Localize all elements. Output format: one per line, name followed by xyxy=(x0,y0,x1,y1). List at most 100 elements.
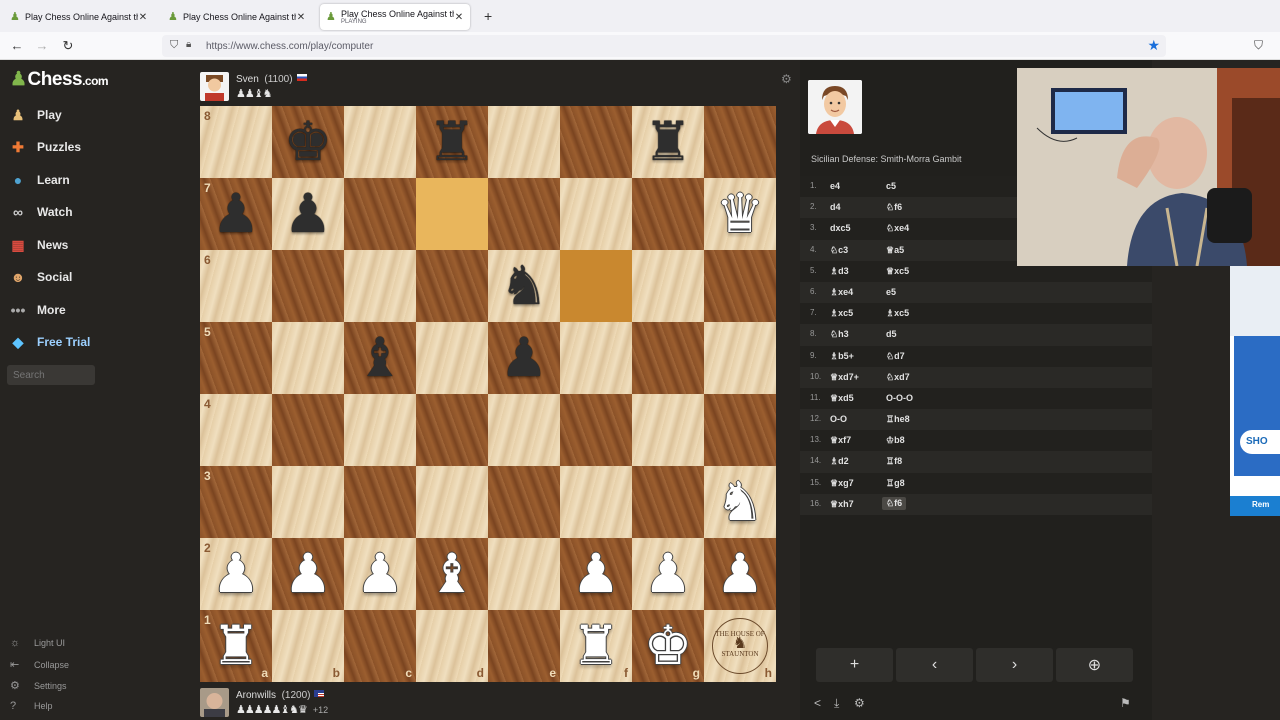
light-ui-toggle[interactable]: ☼ Light UI xyxy=(10,637,65,649)
settings-link[interactable]: ⚙ Settings xyxy=(10,679,67,692)
square-c7[interactable] xyxy=(344,178,416,250)
square-e4[interactable] xyxy=(488,394,560,466)
black-pawn-piece[interactable]: ♟ xyxy=(200,178,272,250)
square-b5[interactable] xyxy=(272,322,344,394)
ad-shop-button[interactable]: SHO xyxy=(1240,430,1280,454)
white-move[interactable]: d4 xyxy=(830,202,841,212)
sidebar-item-learn[interactable]: ● Learn xyxy=(8,169,100,191)
white-pawn-piece[interactable]: ♟ xyxy=(272,538,344,610)
square-g4[interactable] xyxy=(632,394,704,466)
lock-icon[interactable]: 🔒︎ xyxy=(186,39,191,50)
white-move[interactable]: ♕xg7 xyxy=(830,478,854,489)
square-a8[interactable]: 8 xyxy=(200,106,272,178)
black-move[interactable]: ♖he8 xyxy=(886,414,910,425)
pocket-icon[interactable]: ⛉ xyxy=(1254,38,1263,53)
square-a7[interactable]: 7 ♟ xyxy=(200,178,272,250)
square-a1[interactable]: 1 a ♜ xyxy=(200,610,272,682)
square-e8[interactable] xyxy=(488,106,560,178)
white-king-piece[interactable]: ♚ xyxy=(632,610,704,682)
close-icon[interactable]: ✕ xyxy=(454,12,464,23)
white-rook-piece[interactable]: ♜ xyxy=(560,610,632,682)
square-d2[interactable]: ♝ xyxy=(416,538,488,610)
opening-name[interactable]: Sicilian Defense: Smith-Morra Gambit xyxy=(811,154,962,164)
square-b6[interactable] xyxy=(272,250,344,322)
square-d8[interactable]: ♜ xyxy=(416,106,488,178)
square-a3[interactable]: 3 xyxy=(200,466,272,538)
black-move[interactable]: ♔b8 xyxy=(886,435,905,446)
black-move[interactable]: d5 xyxy=(886,329,897,339)
square-c6[interactable] xyxy=(344,250,416,322)
sidebar-item-news[interactable]: ▦ News xyxy=(8,234,100,256)
black-move[interactable]: c5 xyxy=(886,181,896,191)
square-f6[interactable] xyxy=(560,250,632,322)
square-g1[interactable]: g ♚ xyxy=(632,610,704,682)
white-move[interactable]: ♕xf7 xyxy=(830,435,851,446)
square-f1[interactable]: f ♜ xyxy=(560,610,632,682)
back-icon[interactable]: ← xyxy=(9,38,25,53)
white-move[interactable]: ♕xd5 xyxy=(830,393,854,404)
sidebar-item-more[interactable]: ••• More xyxy=(8,299,100,321)
add-button[interactable]: + xyxy=(816,648,893,682)
square-h4[interactable] xyxy=(704,394,776,466)
black-move[interactable]: ♘xd7 xyxy=(886,372,910,383)
self-name[interactable]: Aronwills xyxy=(236,690,276,701)
square-a2[interactable]: 2 ♟ xyxy=(200,538,272,610)
white-pawn-piece[interactable]: ♟ xyxy=(560,538,632,610)
square-e3[interactable] xyxy=(488,466,560,538)
black-move[interactable]: ♘f6 xyxy=(882,496,907,510)
white-bishop-piece[interactable]: ♝ xyxy=(416,538,488,610)
sidebar-item-social[interactable]: ☻ Social xyxy=(8,266,100,288)
square-g7[interactable] xyxy=(632,178,704,250)
reload-icon[interactable]: ↻ xyxy=(60,38,76,54)
square-d5[interactable] xyxy=(416,322,488,394)
white-move[interactable]: ♕xd7+ xyxy=(830,372,859,383)
white-move[interactable]: ♗b5+ xyxy=(830,351,854,362)
black-bishop-piece[interactable]: ♝ xyxy=(344,322,416,394)
square-c2[interactable]: ♟ xyxy=(344,538,416,610)
board-settings-gear-icon[interactable]: ⚙ xyxy=(781,72,792,86)
square-h5[interactable] xyxy=(704,322,776,394)
square-e5[interactable]: ♟ xyxy=(488,322,560,394)
ad-footer[interactable]: Rem xyxy=(1230,496,1280,516)
white-move[interactable]: e4 xyxy=(830,181,840,191)
download-icon[interactable]: ⤓ xyxy=(834,696,839,711)
analysis-button[interactable]: ⊕ xyxy=(1056,648,1133,682)
square-e1[interactable]: e xyxy=(488,610,560,682)
sidebar-item-watch[interactable]: ∞ Watch xyxy=(8,201,100,223)
square-a4[interactable]: 4 xyxy=(200,394,272,466)
opponent-name[interactable]: Sven xyxy=(236,74,259,85)
square-a6[interactable]: 6 xyxy=(200,250,272,322)
square-d1[interactable]: d xyxy=(416,610,488,682)
square-f8[interactable] xyxy=(560,106,632,178)
browser-tab[interactable]: ♟ Play Chess Online Against the C ✕ xyxy=(162,4,312,30)
close-icon[interactable]: ✕ xyxy=(138,12,148,23)
advertisement[interactable]: SHO Rem xyxy=(1230,266,1280,516)
square-e6[interactable]: ♞ xyxy=(488,250,560,322)
sidebar-item-free-trial[interactable]: ◆ Free Trial xyxy=(8,331,100,353)
flag-resign-icon[interactable]: ⚑ xyxy=(1120,696,1131,710)
browser-tab[interactable]: ♟ Play Chess Online Against the C ✕ xyxy=(4,4,154,30)
square-h1[interactable]: h THE HOUSE OF ♞ STAUNTON xyxy=(704,610,776,682)
white-move[interactable]: ♗d3 xyxy=(830,266,849,277)
square-g3[interactable] xyxy=(632,466,704,538)
white-pawn-piece[interactable]: ♟ xyxy=(344,538,416,610)
white-move[interactable]: O-O xyxy=(830,414,847,424)
forward-icon[interactable]: → xyxy=(34,38,50,53)
black-knight-piece[interactable]: ♞ xyxy=(488,250,560,322)
black-rook-piece[interactable]: ♜ xyxy=(632,106,704,178)
white-rook-piece[interactable]: ♜ xyxy=(200,610,272,682)
square-h6[interactable] xyxy=(704,250,776,322)
square-f5[interactable] xyxy=(560,322,632,394)
square-d3[interactable] xyxy=(416,466,488,538)
square-h8[interactable] xyxy=(704,106,776,178)
square-g6[interactable] xyxy=(632,250,704,322)
square-h7[interactable]: ♛ xyxy=(704,178,776,250)
bookmark-star-icon[interactable]: ★ xyxy=(1147,37,1160,54)
white-move[interactable]: dxc5 xyxy=(830,223,851,233)
black-move[interactable]: ♖f8 xyxy=(886,456,902,467)
black-move[interactable]: ♕a5 xyxy=(886,245,904,256)
square-f4[interactable] xyxy=(560,394,632,466)
square-g5[interactable] xyxy=(632,322,704,394)
square-b7[interactable]: ♟ xyxy=(272,178,344,250)
square-e2[interactable] xyxy=(488,538,560,610)
